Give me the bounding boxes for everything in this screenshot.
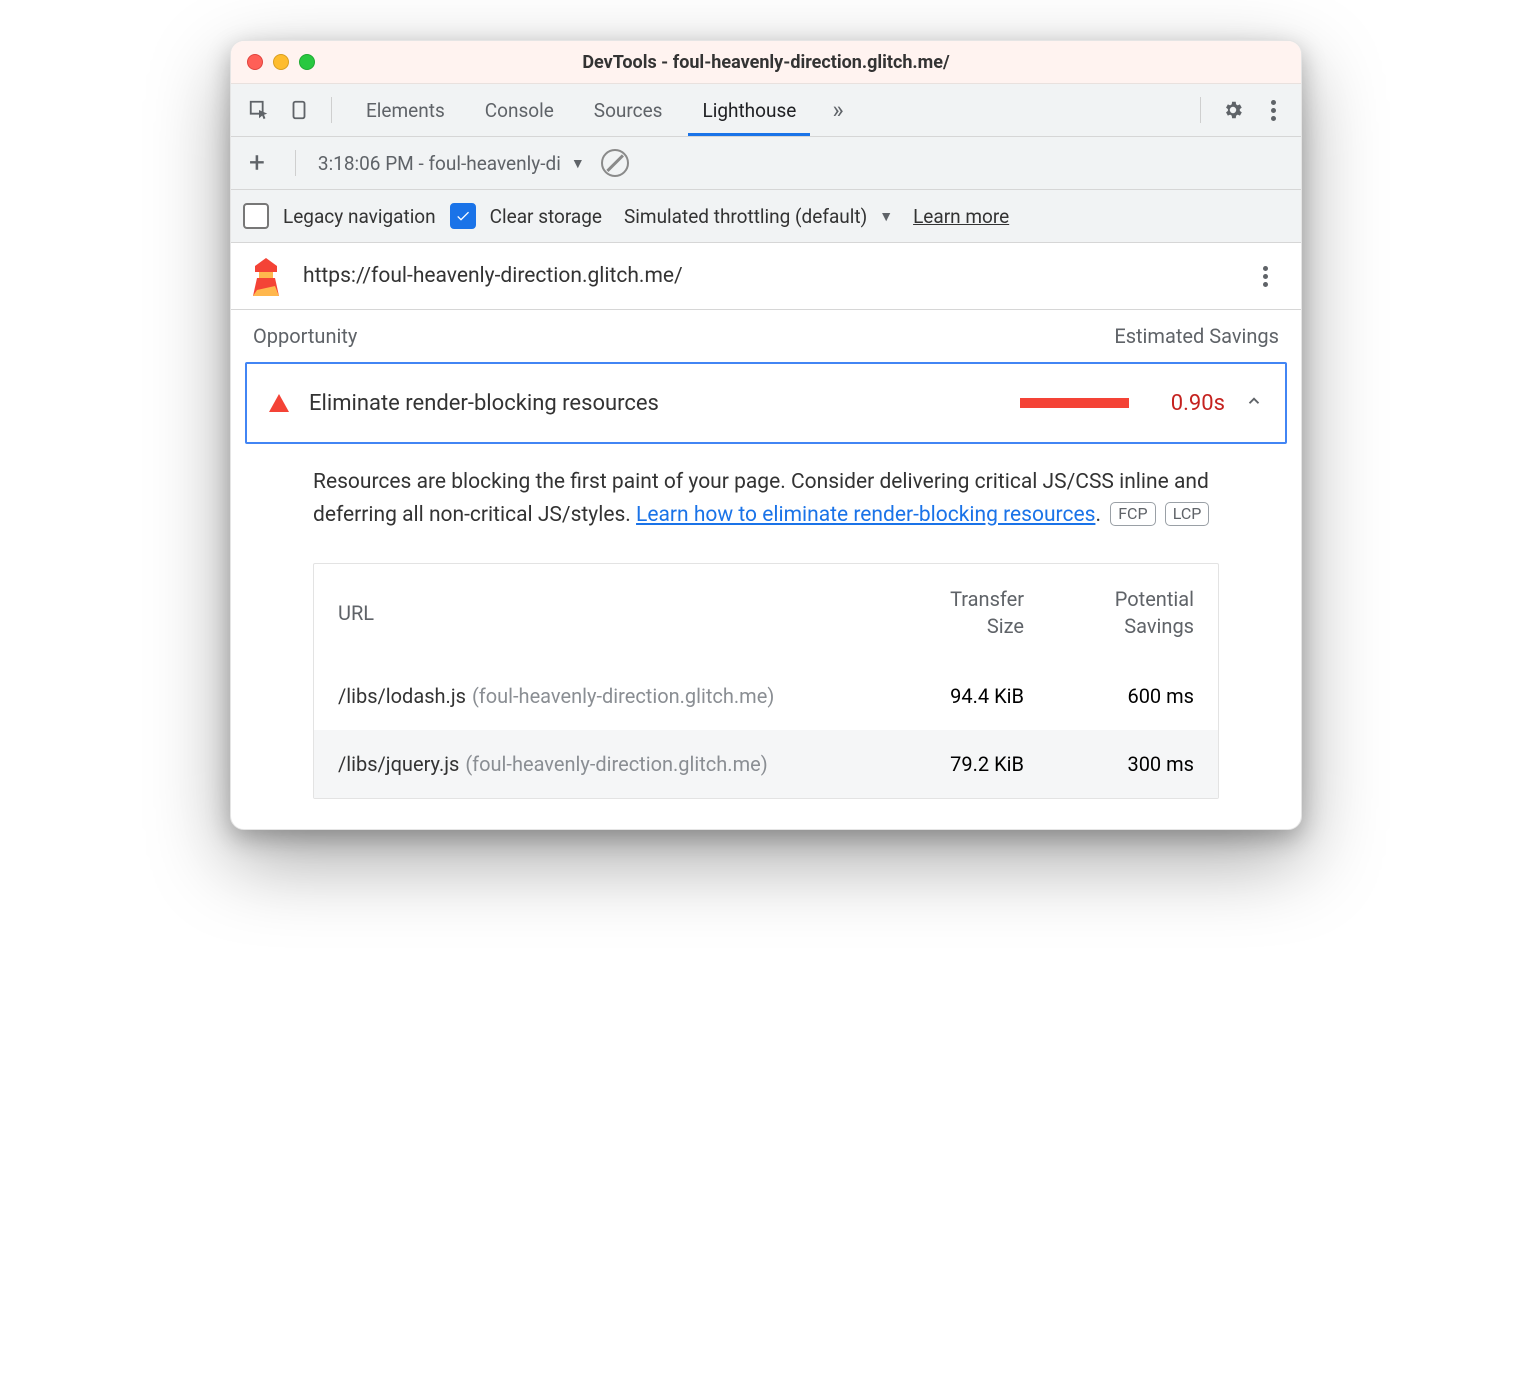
col-transfer: TransferSize	[854, 586, 1024, 640]
resource-host: (foul-heavenly-direction.glitch.me)	[472, 684, 774, 708]
device-toolbar-icon[interactable]	[281, 92, 317, 128]
toolbar-divider	[1200, 97, 1201, 123]
cell-savings: 300 ms	[1024, 752, 1194, 776]
report-url: https://foul-heavenly-direction.glitch.m…	[303, 264, 1227, 288]
tab-label: Sources	[594, 99, 663, 122]
maximize-window-button[interactable]	[299, 54, 315, 70]
resources-table: URL TransferSize PotentialSavings /libs/…	[313, 563, 1219, 799]
cell-transfer: 79.2 KiB	[854, 752, 1024, 776]
learn-more-link[interactable]: Learn more	[913, 205, 1009, 228]
legacy-navigation-label: Legacy navigation	[283, 205, 436, 228]
cell-url: /libs/jquery.js(foul-heavenly-direction.…	[338, 752, 854, 776]
opportunity-value: 0.90s	[1155, 391, 1225, 416]
report-menu-button[interactable]	[1247, 258, 1283, 294]
more-tabs-icon[interactable]: »	[820, 96, 855, 124]
tab-elements[interactable]: Elements	[346, 84, 465, 136]
cell-savings: 600 ms	[1024, 684, 1194, 708]
report-selector-label: 3:18:06 PM - foul-heavenly-di	[318, 152, 561, 175]
chevron-up-icon	[1245, 392, 1263, 414]
lighthouse-toolbar: + 3:18:06 PM - foul-heavenly-di ▼	[231, 137, 1301, 190]
savings-bar-fill	[1020, 398, 1129, 408]
clear-storage-label: Clear storage	[490, 205, 602, 228]
opportunity-toggle[interactable]: Eliminate render-blocking resources 0.90…	[245, 362, 1287, 444]
panel-tabs: Elements Console Sources Lighthouse	[346, 84, 816, 136]
savings-heading: Estimated Savings	[1114, 324, 1279, 348]
legacy-navigation-checkbox[interactable]	[243, 203, 269, 229]
cell-url: /libs/lodash.js(foul-heavenly-direction.…	[338, 684, 854, 708]
description-suffix: .	[1095, 503, 1101, 527]
description-link[interactable]: Learn how to eliminate render-blocking r…	[636, 503, 1095, 527]
opportunity-heading: Opportunity	[253, 324, 357, 348]
table-row[interactable]: /libs/lodash.js(foul-heavenly-direction.…	[314, 662, 1218, 730]
tab-lighthouse[interactable]: Lighthouse	[682, 84, 816, 136]
warning-triangle-icon	[269, 394, 289, 412]
toolbar-divider	[295, 150, 296, 176]
toolbar-divider	[331, 97, 332, 123]
close-window-button[interactable]	[247, 54, 263, 70]
opportunity-title: Eliminate render-blocking resources	[309, 391, 1000, 416]
metric-badge-fcp: FCP	[1110, 502, 1155, 526]
clear-icon	[601, 149, 629, 177]
report-selector[interactable]: 3:18:06 PM - foul-heavenly-di ▼	[318, 152, 585, 175]
more-options-icon[interactable]	[1255, 92, 1291, 128]
devtools-window: DevTools - foul-heavenly-direction.glitc…	[230, 40, 1302, 830]
metric-badge-lcp: LCP	[1165, 502, 1210, 526]
window-controls	[247, 54, 315, 70]
tab-label: Console	[485, 99, 554, 122]
tab-console[interactable]: Console	[465, 84, 574, 136]
cell-transfer: 94.4 KiB	[854, 684, 1024, 708]
clear-reports-button[interactable]	[597, 145, 633, 181]
table-row[interactable]: /libs/jquery.js(foul-heavenly-direction.…	[314, 730, 1218, 798]
opportunities-header: Opportunity Estimated Savings	[231, 310, 1301, 362]
throttling-label: Simulated throttling (default)	[624, 205, 867, 228]
col-savings: PotentialSavings	[1024, 586, 1194, 640]
main-toolbar: Elements Console Sources Lighthouse »	[231, 84, 1301, 137]
opportunity-item: Eliminate render-blocking resources 0.90…	[245, 362, 1287, 799]
col-url: URL	[338, 601, 854, 625]
table-header-row: URL TransferSize PotentialSavings	[314, 564, 1218, 662]
tab-sources[interactable]: Sources	[574, 84, 683, 136]
report-header: https://foul-heavenly-direction.glitch.m…	[231, 243, 1301, 310]
clear-storage-checkbox[interactable]	[450, 203, 476, 229]
dropdown-icon: ▼	[879, 208, 893, 225]
window-title: DevTools - foul-heavenly-direction.glitc…	[231, 52, 1301, 73]
lighthouse-logo-icon	[249, 256, 283, 296]
throttling-selector[interactable]: Simulated throttling (default) ▼	[624, 205, 893, 228]
dropdown-icon: ▼	[571, 155, 585, 172]
minimize-window-button[interactable]	[273, 54, 289, 70]
resource-host: (foul-heavenly-direction.glitch.me)	[465, 752, 767, 776]
tab-label: Lighthouse	[702, 99, 796, 122]
resource-path: /libs/jquery.js	[338, 752, 459, 776]
resource-path: /libs/lodash.js	[338, 684, 466, 708]
settings-icon[interactable]	[1215, 92, 1251, 128]
titlebar: DevTools - foul-heavenly-direction.glitc…	[231, 41, 1301, 84]
tab-label: Elements	[366, 99, 445, 122]
lighthouse-options: Legacy navigation Clear storage Simulate…	[231, 190, 1301, 243]
opportunity-description: Resources are blocking the first paint o…	[245, 444, 1287, 539]
new-report-button[interactable]: +	[241, 149, 273, 177]
savings-bar	[1020, 398, 1135, 408]
inspect-element-icon[interactable]	[241, 92, 277, 128]
